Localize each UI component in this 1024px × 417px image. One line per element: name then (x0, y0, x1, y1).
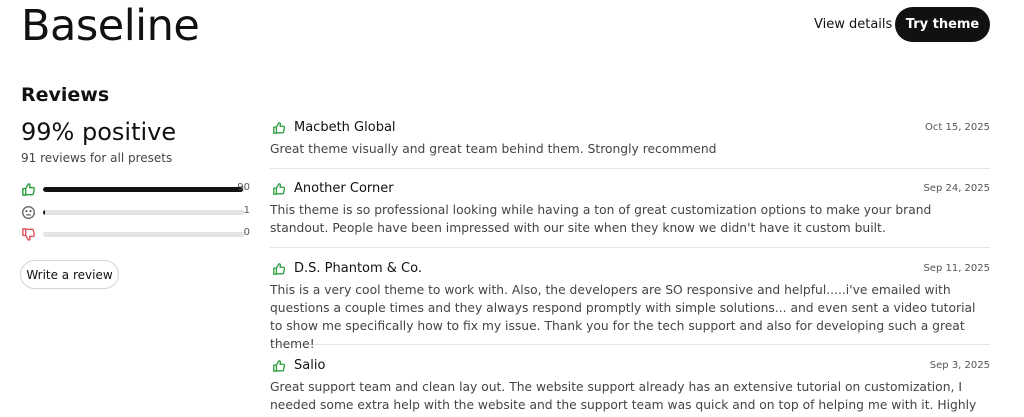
review-text: Great theme visually and great team behi… (270, 142, 717, 156)
review-item: Macbeth Global Oct 15, 2025 Great theme … (270, 118, 990, 169)
rating-row-negative: 0 (21, 227, 251, 243)
review-text: Great support team and clean lay out. Th… (270, 380, 977, 417)
rating-bar-positive (43, 187, 245, 192)
reviewer-name: Another Corner (294, 181, 394, 196)
neutral-face-icon (21, 205, 37, 221)
thumbs-up-icon (21, 182, 37, 198)
review-date: Sep 3, 2025 (929, 360, 990, 371)
review-item: Another Corner Sep 24, 2025 This theme i… (270, 169, 990, 248)
try-theme-button[interactable]: Try theme (895, 7, 990, 42)
page-title: Baseline (21, 1, 200, 51)
reviewer-name: Salio (294, 358, 326, 373)
review-item: Salio Sep 3, 2025 Great support team and… (270, 345, 990, 417)
rating-count-neutral: 1 (243, 205, 250, 216)
rating-bar-negative (43, 232, 245, 237)
review-count: 91 reviews for all presets (21, 151, 173, 165)
thumbs-up-icon (272, 120, 286, 134)
rating-count-positive: 90 (237, 182, 250, 193)
review-text: This theme is so professional looking wh… (270, 203, 932, 235)
reviewer-name: Macbeth Global (294, 120, 396, 135)
reviews-heading: Reviews (21, 84, 110, 106)
review-date: Sep 11, 2025 (923, 263, 990, 274)
rating-row-neutral: 1 (21, 205, 251, 221)
rating-row-positive: 90 (21, 182, 251, 198)
thumbs-up-icon (272, 181, 286, 195)
review-text: This is a very cool theme to work with. … (270, 283, 976, 351)
reviewer-name: D.S. Phantom & Co. (294, 261, 422, 276)
review-date: Oct 15, 2025 (925, 122, 990, 133)
view-details-link[interactable]: View details (814, 17, 892, 32)
thumbs-up-icon (272, 261, 286, 275)
review-item: D.S. Phantom & Co. Sep 11, 2025 This is … (270, 248, 990, 351)
review-date: Sep 24, 2025 (923, 183, 990, 194)
rating-bar-neutral (43, 210, 245, 215)
thumbs-down-icon (21, 227, 37, 243)
review-list: Macbeth Global Oct 15, 2025 Great theme … (270, 118, 990, 417)
write-review-button[interactable]: Write a review (20, 260, 119, 289)
rating-count-negative: 0 (243, 227, 250, 238)
positive-percentage: 99% positive (21, 118, 177, 146)
thumbs-up-icon (272, 358, 286, 372)
